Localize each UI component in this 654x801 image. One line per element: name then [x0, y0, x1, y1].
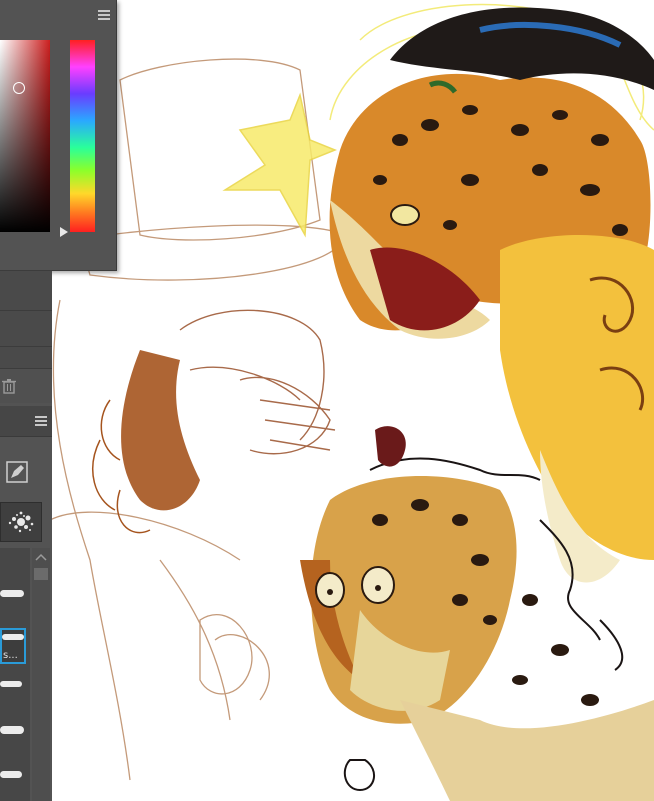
layer-row[interactable] — [0, 270, 52, 311]
hue-slider-arrow[interactable] — [60, 227, 68, 237]
panel-menu-icon[interactable] — [98, 10, 110, 20]
scroll-up-icon[interactable] — [34, 552, 48, 562]
layer-row[interactable] — [0, 310, 52, 347]
splatter-brush-icon — [8, 511, 34, 533]
brush-list-scrollbar[interactable] — [32, 548, 50, 801]
brush-preset-selected[interactable]: s... — [0, 628, 26, 664]
trash-icon[interactable] — [1, 378, 17, 394]
brush-settings-button[interactable] — [4, 458, 30, 486]
brush-preset[interactable] — [0, 673, 28, 703]
brush-preset[interactable] — [0, 718, 28, 748]
layer-row[interactable] — [0, 346, 52, 369]
color-picker-cursor[interactable] — [13, 82, 25, 94]
scroll-thumb[interactable] — [34, 568, 48, 580]
brushes-panel-header — [0, 406, 52, 437]
selected-brush-label: s... — [3, 650, 18, 661]
color-saturation-field[interactable] — [0, 40, 50, 232]
panel-menu-icon[interactable] — [35, 416, 47, 426]
brush-preset[interactable] — [0, 763, 28, 793]
brush-preset[interactable] — [0, 580, 28, 610]
brush-preset-splatter[interactable] — [0, 502, 42, 542]
hue-slider[interactable] — [70, 40, 95, 232]
brush-pen-icon — [6, 461, 28, 483]
brush-list[interactable]: s... — [0, 548, 30, 801]
layers-footer — [0, 368, 52, 403]
color-panel — [0, 0, 117, 271]
